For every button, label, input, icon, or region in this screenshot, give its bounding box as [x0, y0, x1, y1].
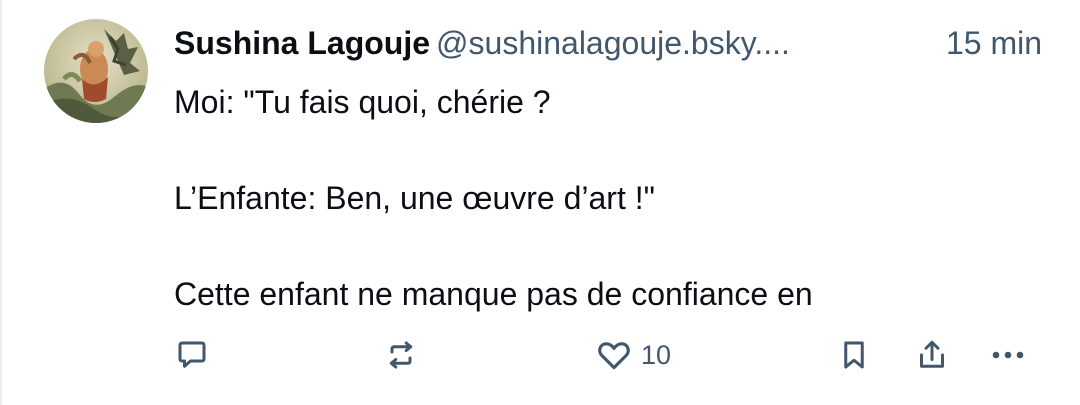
post-text-line: Cette enfant ne manque pas de confiance …: [174, 276, 813, 312]
post-header: Sushina Lagouje @sushinalagouje.bsky.... …: [174, 22, 1054, 64]
repost-button[interactable]: [383, 330, 419, 380]
post-card[interactable]: Sushina Lagouje @sushinalagouje.bsky.... …: [0, 0, 1080, 405]
author-handle[interactable]: @sushinalagouje.bsky....: [436, 25, 790, 61]
post-text-line: Moi: "Tu fais quoi, chérie ?: [174, 84, 551, 120]
repost-arrows-icon: [389, 341, 413, 369]
like-count: 10: [641, 339, 672, 370]
speech-bubble-icon: [178, 341, 206, 368]
bookmark-button[interactable]: [836, 330, 872, 380]
post-text: Moi: "Tu fais quoi, chérie ? L’Enfante: …: [174, 78, 1054, 318]
like-button[interactable]: 10: [595, 330, 671, 380]
share-button[interactable]: [914, 330, 950, 380]
more-options-button[interactable]: [988, 330, 1028, 380]
heart-icon: [598, 342, 630, 370]
post-text-line: L’Enfante: Ben, une œuvre d’art !": [174, 180, 655, 216]
ellipsis-icon: [992, 351, 1024, 359]
author-avatar[interactable]: [44, 19, 148, 123]
share-upload-icon: [920, 340, 944, 368]
avatar-painting-image: [44, 19, 148, 123]
bookmark-icon: [844, 341, 864, 369]
reply-button[interactable]: [174, 330, 210, 380]
post-actions: 10: [2, 330, 1080, 380]
author-name[interactable]: Sushina Lagouje: [174, 25, 430, 61]
post-timestamp[interactable]: 15 min: [946, 22, 1042, 64]
